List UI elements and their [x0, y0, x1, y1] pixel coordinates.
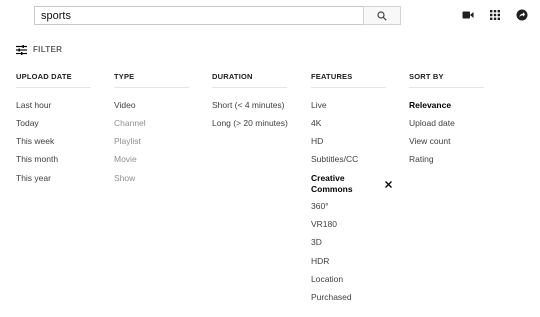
option-last-hour[interactable]: Last hour: [16, 100, 51, 111]
option-3d[interactable]: 3D: [311, 237, 322, 248]
filter-group-type: TYPE Video Channel Playlist Movie Show: [114, 71, 202, 183]
option-location[interactable]: Location: [311, 274, 343, 285]
apps-grid-icon: [490, 10, 500, 20]
create-video-button[interactable]: [461, 8, 475, 22]
option-live[interactable]: Live: [311, 100, 327, 111]
group-header: DURATION: [212, 72, 253, 81]
option-subtitles-cc[interactable]: Subtitles/CC: [311, 154, 358, 165]
top-bar: [0, 0, 540, 30]
group-header: TYPE: [114, 72, 135, 81]
filter-group-duration: DURATION Short (< 4 minutes) Long (> 20 …: [212, 71, 300, 128]
option-vr180[interactable]: VR180: [311, 219, 337, 230]
option-today[interactable]: Today: [16, 118, 39, 129]
option-show: Show: [114, 173, 136, 183]
apps-button[interactable]: [488, 8, 502, 22]
search-icon: [377, 10, 387, 21]
option-video[interactable]: Video: [114, 100, 136, 111]
group-divider: [16, 87, 91, 88]
option-long[interactable]: Long (> 20 minutes): [212, 118, 288, 129]
filter-sliders-icon: [16, 45, 27, 55]
messages-button[interactable]: [515, 8, 529, 22]
option-relevance[interactable]: Relevance: [409, 100, 451, 111]
group-divider: [212, 87, 287, 88]
option-rating[interactable]: Rating: [409, 154, 434, 165]
option-this-year[interactable]: This year: [16, 173, 51, 184]
option-360[interactable]: 360°: [311, 201, 329, 212]
group-header: UPLOAD DATE: [16, 72, 72, 81]
group-divider: [114, 87, 189, 88]
option-this-week[interactable]: This week: [16, 136, 54, 147]
remove-filter-button[interactable]: [384, 180, 392, 188]
share-arrow-icon: [516, 9, 528, 21]
search-box[interactable]: [34, 6, 363, 25]
option-upload-date[interactable]: Upload date: [409, 118, 455, 129]
filter-label: FILTER: [33, 45, 63, 54]
group-divider: [311, 87, 386, 88]
option-hdr[interactable]: HDR: [311, 256, 329, 267]
option-movie: Movie: [114, 154, 137, 164]
option-this-month[interactable]: This month: [16, 154, 58, 165]
group-header: FEATURES: [311, 72, 353, 81]
video-camera-icon: [462, 11, 474, 19]
option-4k[interactable]: 4K: [311, 118, 321, 129]
option-channel: Channel: [114, 118, 146, 128]
option-view-count[interactable]: View count: [409, 136, 450, 147]
close-icon: [384, 180, 392, 188]
option-hd[interactable]: HD: [311, 136, 323, 147]
option-creative-commons[interactable]: Creative Commons: [311, 173, 371, 195]
filter-group-features: FEATURES Live 4K HD Subtitles/CC Creativ…: [311, 71, 399, 302]
search-button[interactable]: [363, 6, 401, 25]
option-playlist: Playlist: [114, 136, 141, 146]
filter-toggle-button[interactable]: FILTER: [16, 44, 62, 56]
group-divider: [409, 87, 484, 88]
filter-group-upload-date: UPLOAD DATE Last hour Today This week Th…: [16, 71, 104, 183]
filter-group-sort-by: SORT BY Relevance Upload date View count…: [409, 71, 497, 164]
group-header: SORT BY: [409, 72, 444, 81]
option-purchased[interactable]: Purchased: [311, 292, 352, 303]
option-short[interactable]: Short (< 4 minutes): [212, 100, 285, 111]
search-input[interactable]: [35, 7, 361, 24]
